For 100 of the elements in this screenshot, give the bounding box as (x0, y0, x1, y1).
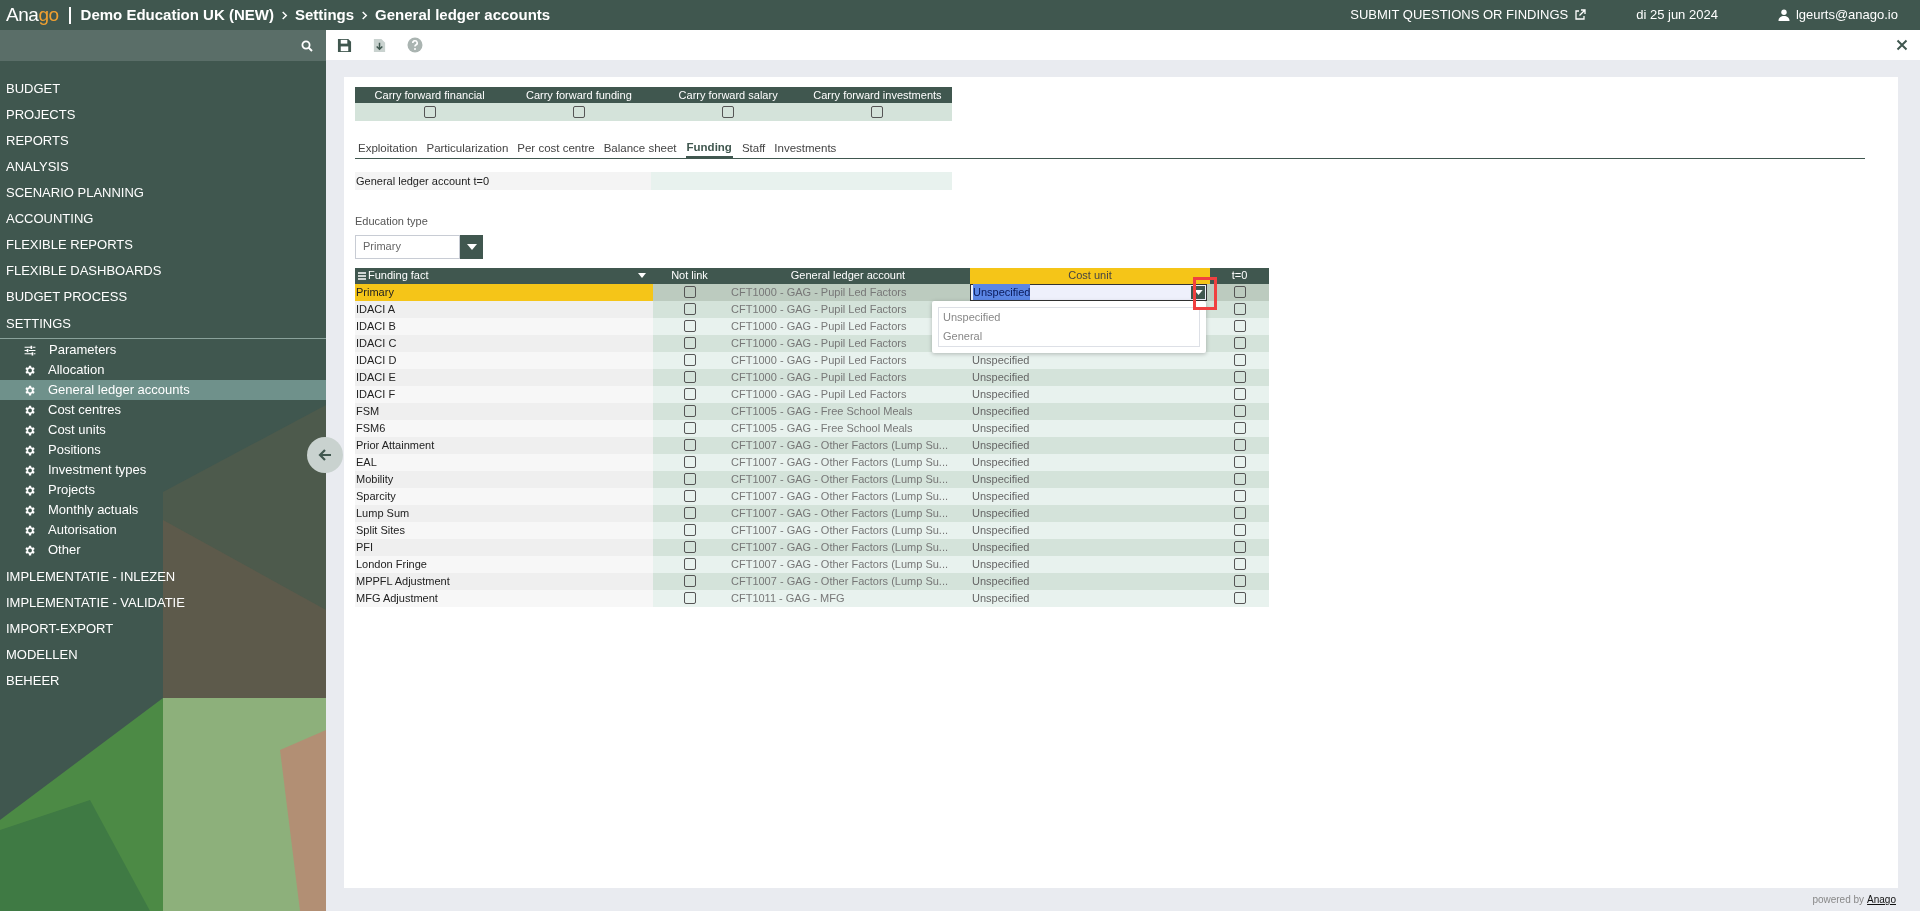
table-cell-text: Unspecified (971, 386, 1030, 402)
date-text: di 25 jun 2024 (1636, 6, 1718, 25)
checkbox[interactable] (683, 456, 696, 468)
column-header[interactable]: Not link (653, 267, 726, 284)
table-cell-text: Unspecified (971, 522, 1030, 538)
sidebar-subitem[interactable]: Cost units (0, 420, 110, 440)
breadcrumb-item[interactable]: Demo Education UK (NEW) (80, 3, 274, 27)
sidebar-item[interactable]: BEHEER (0, 668, 326, 694)
sidebar-subitem[interactable]: Cost centres (0, 400, 125, 420)
checkbox[interactable] (683, 422, 696, 434)
checkbox[interactable] (1233, 575, 1246, 587)
tab[interactable]: Funding (685, 139, 733, 158)
checkbox[interactable] (683, 354, 696, 366)
sidebar-item[interactable]: SETTINGS (0, 310, 326, 339)
sidebar-subitem[interactable]: Projects (0, 480, 99, 500)
checkbox[interactable] (1233, 558, 1246, 570)
checkbox[interactable] (683, 507, 696, 519)
checkbox[interactable] (683, 592, 696, 604)
sidebar-subitem[interactable]: Autorisation (0, 520, 121, 540)
gear-icon (23, 443, 36, 457)
sidebar-subitem[interactable]: Parameters (0, 340, 121, 360)
checkbox[interactable] (423, 106, 436, 118)
search-icon[interactable] (301, 39, 313, 52)
checkbox[interactable] (1233, 592, 1246, 604)
column-header: Carry forward financial (355, 87, 505, 103)
tab[interactable]: Investments (774, 139, 837, 158)
dropdown-button[interactable] (460, 234, 483, 259)
sidebar-item[interactable]: IMPORT-EXPORT (0, 616, 326, 642)
close-icon[interactable] (1896, 39, 1908, 51)
checkbox[interactable] (1233, 405, 1246, 417)
checkbox[interactable] (1233, 388, 1246, 400)
checkbox[interactable] (722, 106, 735, 118)
sidebar-item[interactable]: BUDGET PROCESS (0, 284, 326, 310)
checkbox[interactable] (1233, 439, 1246, 451)
user-email[interactable]: lgeurts@anago.io (1795, 5, 1898, 25)
tab[interactable]: Staff (741, 139, 766, 158)
tab[interactable]: Per cost centre (517, 139, 595, 158)
sidebar-item[interactable]: ACCOUNTING (0, 206, 326, 232)
checkbox[interactable] (683, 303, 696, 315)
sidebar-item[interactable]: IMPLEMENTATIE - INLEZEN (0, 564, 326, 590)
checkbox[interactable] (683, 337, 696, 349)
sidebar-item[interactable]: FLEXIBLE DASHBOARDS (0, 258, 326, 284)
checkbox[interactable] (1233, 507, 1246, 519)
checkbox[interactable] (1233, 337, 1246, 349)
checkbox[interactable] (871, 106, 884, 118)
sidebar-item[interactable]: FLEXIBLE REPORTS (0, 232, 326, 258)
checkbox[interactable] (683, 371, 696, 383)
checkbox[interactable] (683, 473, 696, 485)
column-header[interactable]: Cost unit (970, 267, 1210, 284)
sidebar-subitem[interactable]: Monthly actuals (0, 500, 143, 520)
checkbox[interactable] (683, 439, 696, 451)
tab[interactable]: Particularization (426, 139, 509, 158)
checkbox[interactable] (1233, 456, 1246, 468)
checkbox[interactable] (1233, 286, 1246, 298)
feedback-link[interactable]: SUBMIT QUESTIONS OR FINDINGS (1350, 5, 1587, 25)
column-header[interactable]: Funding fact (355, 267, 653, 284)
sidebar-subitem[interactable]: Allocation (0, 360, 109, 380)
download-icon[interactable] (372, 37, 387, 53)
sidebar-item[interactable]: IMPLEMENTATIE - VALIDATIE (0, 590, 326, 616)
checkbox[interactable] (1233, 303, 1246, 315)
checkbox[interactable] (1233, 473, 1246, 485)
tab[interactable]: Exploitation (358, 139, 418, 158)
checkbox[interactable] (1233, 354, 1246, 366)
checkbox[interactable] (572, 106, 585, 118)
checkbox[interactable] (1233, 541, 1246, 553)
footer-link[interactable]: Anago (1867, 892, 1896, 907)
checkbox[interactable] (683, 524, 696, 536)
checkbox[interactable] (1233, 371, 1246, 383)
select-field[interactable]: Primary (355, 234, 460, 259)
breadcrumb-item[interactable]: General ledger accounts (375, 3, 551, 27)
checkbox[interactable] (1233, 422, 1246, 434)
checkbox[interactable] (683, 575, 696, 587)
checkbox[interactable] (683, 405, 696, 417)
column-header[interactable]: General ledger account (726, 267, 970, 284)
footer-text: powered by (1812, 893, 1865, 907)
menu-icon[interactable] (357, 270, 367, 281)
sidebar-item[interactable]: PROJECTS (0, 102, 326, 128)
sidebar-subitem[interactable]: Investment types (0, 460, 151, 480)
checkbox[interactable] (683, 558, 696, 570)
sidebar-subitem[interactable]: Other (0, 540, 85, 560)
sidebar-subitem[interactable]: Positions (0, 440, 105, 460)
sidebar-item[interactable]: REPORTS (0, 128, 326, 154)
checkbox[interactable] (683, 490, 696, 502)
sidebar-item[interactable]: BUDGET (0, 76, 326, 102)
checkbox[interactable] (1233, 490, 1246, 502)
checkbox[interactable] (1233, 320, 1246, 332)
sidebar-item[interactable]: ANALYSIS (0, 154, 326, 180)
checkbox[interactable] (683, 320, 696, 332)
sidebar-item[interactable]: MODELLEN (0, 642, 326, 668)
column-header: Carry forward salary (653, 87, 803, 103)
checkbox[interactable] (683, 286, 696, 298)
column-header[interactable]: t=0 (1210, 267, 1269, 284)
tab[interactable]: Balance sheet (603, 139, 677, 158)
checkbox[interactable] (683, 388, 696, 400)
breadcrumb-item[interactable]: Settings (294, 3, 355, 27)
checkbox[interactable] (1233, 524, 1246, 536)
save-icon[interactable] (337, 37, 352, 53)
checkbox[interactable] (683, 541, 696, 553)
caret-icon[interactable] (638, 273, 646, 278)
sidebar-item[interactable]: SCENARIO PLANNING (0, 180, 326, 206)
